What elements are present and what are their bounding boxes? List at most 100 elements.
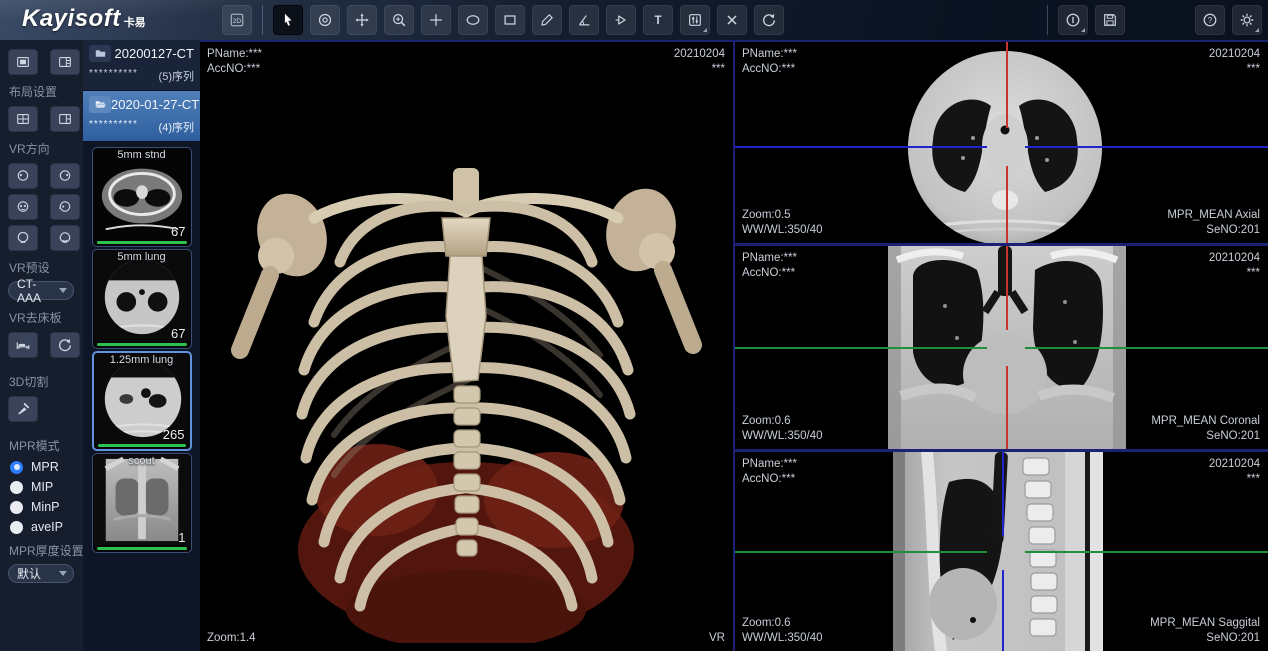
reset-icon bbox=[761, 11, 777, 29]
study-date-overlay: 20210204*** bbox=[1209, 47, 1260, 77]
crosshair-line[interactable] bbox=[735, 347, 987, 349]
head-side-icon bbox=[57, 199, 73, 215]
bed-reset-button[interactable] bbox=[50, 332, 80, 358]
thumbnail-image-count: 67 bbox=[171, 326, 185, 341]
mode-2d-tool[interactable]: 2D bbox=[222, 5, 252, 35]
study-item-2[interactable]: 2020-01-27-CT**********(4)序列 bbox=[83, 91, 200, 142]
layout-1plus2-button[interactable] bbox=[50, 106, 80, 132]
text-annotate-tool[interactable]: T bbox=[643, 5, 673, 35]
settings-button[interactable] bbox=[1232, 5, 1262, 35]
series-thumbnail-1[interactable]: 5mm stnd67 bbox=[92, 147, 192, 247]
vr-head-left-button[interactable] bbox=[8, 163, 38, 189]
cursor-tool[interactable] bbox=[273, 5, 303, 35]
delete-annotation-tool[interactable] bbox=[717, 5, 747, 35]
angle-tool[interactable] bbox=[569, 5, 599, 35]
close-icon bbox=[724, 11, 740, 29]
thumbnail-label: 1.25mm lung bbox=[94, 354, 190, 366]
viewport-coronal[interactable]: PName:***AccNO:*** 20210204*** Zoom:0.6W… bbox=[735, 246, 1268, 449]
vr-head-top-button[interactable] bbox=[8, 225, 38, 251]
window-level-tool[interactable] bbox=[680, 5, 710, 35]
vr-direction-label: VR方向 bbox=[0, 135, 83, 160]
length-tool[interactable] bbox=[532, 5, 562, 35]
crosshair-line[interactable] bbox=[1006, 246, 1008, 330]
vr-face-side-button[interactable] bbox=[50, 194, 80, 220]
crosshair-line[interactable] bbox=[1006, 166, 1008, 243]
save-tool[interactable] bbox=[1095, 5, 1125, 35]
radio-unselected-icon[interactable] bbox=[10, 521, 23, 534]
mpr-mode-option-aveIP[interactable]: aveIP bbox=[0, 517, 83, 537]
mpr-mode-option-label: MinP bbox=[31, 500, 59, 514]
mpr-mode-option-MPR[interactable]: MPR bbox=[0, 457, 83, 477]
zoom-overlay: Zoom:0.5WW/WL:350/40 bbox=[742, 208, 823, 238]
series-thumbnail-4[interactable]: scout1 bbox=[92, 453, 192, 553]
layout-preset-icon bbox=[57, 54, 73, 70]
viewport-sagittal[interactable]: PName:***AccNO:*** 20210204*** Zoom:0.6W… bbox=[735, 452, 1268, 651]
study-series-count: (4)序列 bbox=[159, 119, 194, 135]
angle-icon bbox=[576, 11, 592, 29]
thumbnail-image-count: 265 bbox=[163, 427, 185, 442]
series-thumbnail-2[interactable]: 5mm lung67 bbox=[92, 249, 192, 349]
crosshair-line[interactable] bbox=[735, 551, 987, 553]
layout-preset-button[interactable] bbox=[50, 49, 80, 75]
stack-scroll-tool[interactable] bbox=[310, 5, 340, 35]
layout-settings-label: 布局设置 bbox=[0, 78, 83, 103]
radio-selected-icon[interactable] bbox=[10, 461, 23, 474]
viewport-vr[interactable]: PName:***AccNO:*** 20210204*** Zoom:1.4 … bbox=[200, 42, 733, 651]
app-window: Kayisoft 卡易 2DT ? 布局设置 VR方向 VR预设 CT-AAA … bbox=[0, 0, 1268, 651]
mpr-mode-option-label: aveIP bbox=[31, 520, 63, 534]
thumbnail-label: 5mm stnd bbox=[93, 149, 191, 161]
radio-unselected-icon[interactable] bbox=[10, 501, 23, 514]
logo-cn-text: 卡易 bbox=[124, 14, 146, 30]
layout-2x2-icon bbox=[15, 111, 31, 127]
cut-3d-label: 3D切割 bbox=[0, 361, 83, 393]
crosshair-line[interactable] bbox=[1002, 570, 1004, 651]
mpr-mode-option-MIP[interactable]: MIP bbox=[0, 477, 83, 497]
layout-single-button[interactable] bbox=[8, 49, 38, 75]
vr-face-front-button[interactable] bbox=[8, 194, 38, 220]
vr-head-bottom-button[interactable] bbox=[50, 225, 80, 251]
remove-bed-button[interactable] bbox=[8, 332, 38, 358]
vr-direction-group bbox=[0, 160, 83, 254]
reset-icon bbox=[57, 337, 73, 353]
help-button[interactable]: ? bbox=[1195, 5, 1225, 35]
layout-2x2-button[interactable] bbox=[8, 106, 38, 132]
crosshair-line[interactable] bbox=[1025, 551, 1268, 553]
pan-tool[interactable] bbox=[347, 5, 377, 35]
info-tool[interactable] bbox=[1058, 5, 1088, 35]
mpr-thickness-select[interactable]: 默认 bbox=[8, 564, 74, 583]
layout-1x1-icon bbox=[15, 54, 31, 70]
mpr-mode-options: MPRMIP MinP aveIP bbox=[0, 457, 83, 537]
patient-overlay: PName:***AccNO:*** bbox=[742, 47, 797, 77]
patient-overlay: PName:***AccNO:*** bbox=[207, 47, 262, 77]
vr-head-right-button[interactable] bbox=[50, 163, 80, 189]
mpr-mode-option-MinP[interactable]: MinP bbox=[0, 497, 83, 517]
cut-3d-group bbox=[0, 393, 83, 425]
thumbnail-list: 5mm stnd675mm lung671.25mm lung265scout1 bbox=[83, 142, 200, 553]
study-date-overlay: 20210204*** bbox=[1209, 251, 1260, 281]
crosshair-line[interactable] bbox=[735, 146, 987, 148]
radio-unselected-icon[interactable] bbox=[10, 481, 23, 494]
crosshair-line[interactable] bbox=[1025, 347, 1268, 349]
reset-tool[interactable] bbox=[754, 5, 784, 35]
crosshair-tool[interactable] bbox=[421, 5, 451, 35]
series-thumbnail-3[interactable]: 1.25mm lung 265 bbox=[92, 351, 192, 451]
vr-preset-select[interactable]: CT-AAA bbox=[8, 281, 74, 300]
layout-button-group bbox=[0, 46, 83, 78]
ellipse-roi-tool[interactable] bbox=[458, 5, 488, 35]
crosshair-icon bbox=[428, 11, 444, 29]
gear-icon bbox=[1239, 11, 1255, 29]
corner-toolbar: ? bbox=[1195, 5, 1262, 35]
rect-roi-tool[interactable] bbox=[495, 5, 525, 35]
view-type-overlay: MPR_MEAN SaggitalSeNO:201 bbox=[1150, 616, 1260, 646]
crosshair-line[interactable] bbox=[1025, 146, 1268, 148]
arrow-annotate-tool[interactable] bbox=[606, 5, 636, 35]
vr-preset-value: CT-AAA bbox=[17, 277, 59, 305]
crosshair-line[interactable] bbox=[1006, 366, 1008, 449]
viewport-axial[interactable]: PName:***AccNO:*** 20210204*** Zoom:0.5W… bbox=[735, 42, 1268, 243]
study-date-overlay: 20210204*** bbox=[674, 47, 725, 77]
crosshair-line[interactable] bbox=[1006, 42, 1008, 128]
study-item-1[interactable]: 20200127-CT**********(5)序列 bbox=[83, 40, 200, 91]
scalpel-cut-button[interactable] bbox=[8, 396, 38, 422]
zoom-tool[interactable] bbox=[384, 5, 414, 35]
crosshair-line[interactable] bbox=[1002, 452, 1004, 536]
